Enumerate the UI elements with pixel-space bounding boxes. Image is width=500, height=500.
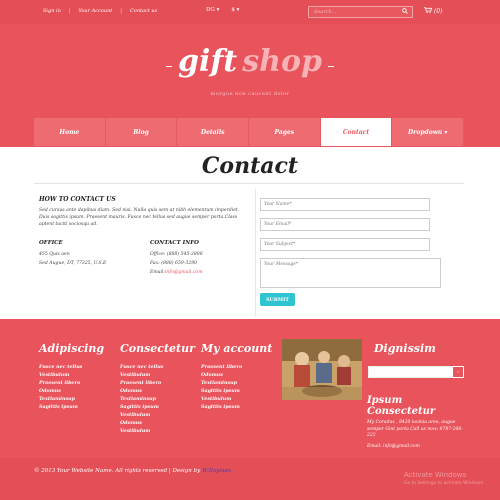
name-field[interactable]: Your Name* bbox=[260, 198, 430, 211]
address-text: My Coradus , 8420 lavinia area, augue se… bbox=[367, 420, 463, 438]
email-link[interactable]: info@gmail.com bbox=[165, 270, 203, 275]
footer-photo bbox=[282, 339, 362, 400]
search-icon[interactable] bbox=[402, 8, 408, 16]
office-line: Sed Augue, DT, 77325, U.S.E bbox=[39, 261, 107, 266]
footer-link[interactable]: Textlaminsup bbox=[39, 395, 104, 403]
contact-form: Your Name* Your Email* Your Subject* You… bbox=[260, 198, 441, 295]
footer-link[interactable]: Sagittis ipsum bbox=[39, 403, 104, 411]
nav-contact[interactable]: Contact bbox=[320, 118, 393, 146]
address-email[interactable]: Email: info@gmail.com bbox=[367, 444, 467, 451]
footer-link[interactable]: Vestibulum bbox=[39, 371, 104, 379]
divider bbox=[255, 189, 256, 317]
footer-link[interactable]: Sagittis ipsum bbox=[201, 403, 272, 411]
designer-link[interactable]: W3layouts bbox=[202, 468, 231, 474]
footer-col-title: Consectetur bbox=[120, 342, 195, 355]
nav-blog[interactable]: Blog bbox=[105, 118, 178, 146]
separator: | bbox=[68, 8, 71, 14]
office-title: OFFICE bbox=[39, 240, 63, 246]
footer-link[interactable]: Textlaminsup bbox=[120, 395, 195, 403]
logo-dash bbox=[327, 66, 334, 67]
cart-icon bbox=[424, 7, 434, 15]
office-phone: Office: (888) 545-3808 bbox=[150, 252, 203, 257]
currency-select[interactable]: DG ▾ bbox=[206, 7, 219, 13]
search-placeholder: Search... bbox=[314, 9, 337, 15]
footer-link[interactable]: Odomus bbox=[201, 371, 272, 379]
footer-link[interactable]: Textlaminsup bbox=[201, 379, 272, 387]
nav-dropdown[interactable]: Dropdown ▾ bbox=[392, 118, 465, 146]
footer-link[interactable]: Odomus bbox=[120, 387, 195, 395]
page-title: Contact bbox=[201, 153, 299, 179]
contact-info-block: CONTACT INFO Office: (888) 545-3808 Fax:… bbox=[150, 240, 250, 277]
footer-col-my-account: My account Praesent libero Odomus Textla… bbox=[201, 342, 272, 411]
email-line: Email:info@gmail.com bbox=[150, 270, 203, 275]
nav-home[interactable]: Home bbox=[34, 118, 106, 146]
footer-link[interactable]: Odomus bbox=[39, 387, 104, 395]
office-block: OFFICE 455 Quis aen Sed Augue, DT, 77325… bbox=[39, 240, 139, 268]
search-input[interactable]: Search... bbox=[308, 6, 413, 18]
footer-col-consectetur: Consectetur Fusce nec tellus Vestibulum … bbox=[120, 342, 195, 435]
how-to-contact: HOW TO CONTACT US Sed cursus ante dapibu… bbox=[39, 196, 245, 228]
account-link[interactable]: Your Account bbox=[79, 8, 113, 14]
nav-pages[interactable]: Pages bbox=[249, 118, 321, 146]
separator: | bbox=[120, 8, 122, 14]
chevron-down-icon: ▾ bbox=[216, 7, 220, 13]
bottom-bar bbox=[0, 458, 500, 500]
footer-link[interactable]: Vestibulum bbox=[120, 427, 195, 435]
how-to-text: Sed cursus ante dapibus diam. Sed nisi. … bbox=[39, 208, 240, 227]
address-title: Ipsum Consectetur bbox=[367, 395, 436, 417]
footer-link[interactable]: Fusce nec tellus bbox=[120, 363, 195, 371]
newsletter-input[interactable] bbox=[368, 366, 464, 378]
logo-shop: shop bbox=[242, 44, 322, 79]
office-line: 455 Quis aen bbox=[39, 252, 70, 257]
footer-col-adipiscing: Adipiscing Fusce nec tellus Vestibulum P… bbox=[39, 342, 104, 411]
copyright: © 2013 Your Website Name. All rights res… bbox=[34, 468, 232, 474]
chevron-down-icon: ▾ bbox=[236, 7, 240, 13]
how-to-title: HOW TO CONTACT US bbox=[39, 196, 116, 203]
footer-link[interactable]: Vestibulum bbox=[120, 411, 195, 419]
fax-number: Fax: (888) 659-3290 bbox=[150, 261, 198, 266]
main-nav: Home Blog Details Pages Contact Dropdown… bbox=[34, 118, 465, 146]
footer-link[interactable]: Praesent libero bbox=[39, 379, 104, 387]
footer-link[interactable]: Vestibulum bbox=[201, 395, 272, 403]
message-field[interactable]: Your Message* bbox=[260, 258, 441, 288]
footer-address: Ipsum Consectetur My Coradus , 8420 lavi… bbox=[367, 395, 467, 450]
divider bbox=[34, 183, 464, 184]
subject-field[interactable]: Your Subject* bbox=[260, 238, 430, 251]
activation-watermark-sub: Go to Settings to activate Windows. bbox=[404, 481, 485, 486]
footer-link[interactable]: Praesent libero bbox=[120, 379, 195, 387]
activation-watermark: Activate Windows bbox=[404, 471, 467, 479]
footer-link[interactable]: Sagittis ipsum bbox=[201, 387, 272, 395]
footer-link[interactable]: Vestibulum bbox=[120, 371, 195, 379]
sign-in-link[interactable]: Sign in bbox=[43, 8, 61, 14]
email-field[interactable]: Your Email* bbox=[260, 218, 430, 231]
logo-dash bbox=[166, 66, 173, 67]
site-logo[interactable]: gift shop bbox=[0, 44, 500, 79]
footer-link[interactable]: Praesent libero bbox=[201, 363, 272, 371]
footer-link[interactable]: Fusce nec tellus bbox=[39, 363, 104, 371]
nav-details[interactable]: Details bbox=[177, 118, 250, 146]
footer-col-title: Adipiscing bbox=[39, 342, 105, 355]
cart-count: (0) bbox=[433, 8, 443, 15]
contact-us-link[interactable]: Contact us bbox=[130, 8, 157, 14]
footer-col-title: Dignissim bbox=[374, 342, 436, 355]
symbol-select[interactable]: $ ▾ bbox=[231, 7, 239, 13]
currency-selects: DG ▾ $ ▾ bbox=[206, 7, 239, 13]
footer-col-dignissim: Dignissim bbox=[374, 342, 436, 363]
top-links: Sign in | Your Account | Contact us bbox=[43, 8, 157, 14]
footer-col-title: My account bbox=[201, 342, 273, 355]
cart-button[interactable]: (0) bbox=[424, 7, 442, 15]
logo-gift: gift bbox=[178, 44, 238, 79]
submit-button[interactable]: SUBMIT bbox=[260, 293, 295, 306]
newsletter-button[interactable]: › bbox=[452, 366, 464, 378]
logo-tagline: morgue non caucent dolor bbox=[210, 91, 290, 97]
contact-info-title: CONTACT INFO bbox=[150, 240, 199, 246]
footer-link[interactable]: Sagittis ipsum bbox=[120, 403, 195, 411]
footer-link[interactable]: Odomus bbox=[120, 419, 195, 427]
